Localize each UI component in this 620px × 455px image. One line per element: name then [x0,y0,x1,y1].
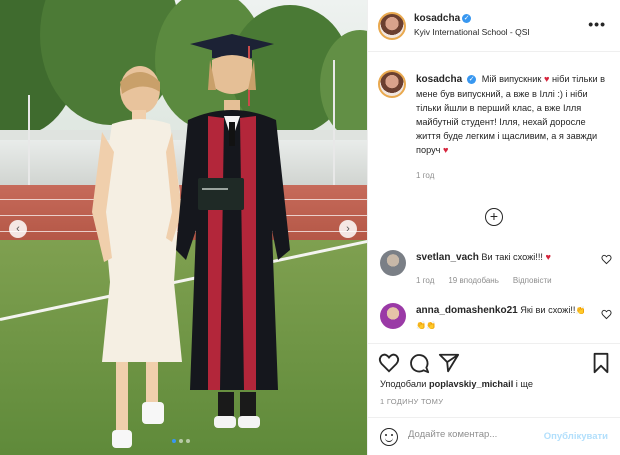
post-time[interactable]: 1 годину тому [380,397,443,406]
photo-pole [333,60,335,190]
likes-username[interactable]: poplavskiy_michail [429,379,513,389]
post-caption: kosadcha ✓ Мій випускник ♥ ніби тільки в … [416,72,608,183]
comment-likes[interactable]: 19 вподобань [448,276,499,285]
heart-icon[interactable] [601,254,612,265]
carousel-dot [186,439,190,443]
caption-time[interactable]: 1 год [416,169,608,183]
comment-input[interactable] [408,429,538,440]
carousel-dot [179,439,183,443]
chevron-left-icon[interactable]: ‹ [9,220,27,238]
post-sidebar: kosadcha ✓ Kyiv International School - QS… [367,0,620,455]
caption-text: Мій випускник [481,74,544,84]
heart-emoji: ♥ [443,145,449,155]
bookmark-icon[interactable] [590,352,612,374]
comment-avatar[interactable] [380,250,406,276]
reply-button[interactable]: Відповісти [513,276,552,285]
heart-emoji: ♥ [545,252,551,262]
verified-icon: ✓ [462,13,472,23]
comment-body: Ви такі схожі!!! [481,252,546,262]
comment-text: svetlan_vach Ви такі схожі!!! ♥ [416,250,586,265]
heart-icon[interactable] [601,309,612,320]
verified-icon: ✓ [467,75,477,85]
photo-person-graduate [176,34,290,428]
caption-avatar[interactable] [378,70,406,98]
comment-item: svetlan_vach Ви такі схожі!!! ♥ 1 год 19… [380,250,612,290]
likes-suffix: і ще [513,379,533,389]
comment-item: anna_domashenko21 Які ви схожі!!👏👏👏 [380,303,612,337]
heart-icon[interactable] [378,352,400,374]
carousel-dots [172,439,190,443]
comment-avatar[interactable] [380,303,406,329]
action-bar: Уподобали poplavskiy_michail і ще 1 годи… [368,343,620,455]
post-header: kosadcha ✓ Kyiv International School - QS… [368,0,620,52]
likes-summary: Уподобали poplavskiy_michail і ще [380,379,533,389]
comment-text: anna_domashenko21 Які ви схожі!!👏👏👏 [416,303,586,333]
chevron-right-icon[interactable]: › [339,220,357,238]
share-icon[interactable] [438,352,460,374]
caption-username[interactable]: kosadcha [416,74,462,85]
comment-time[interactable]: 1 год [416,276,434,285]
comment-form: Опублікувати [368,417,620,455]
photo-pole [28,95,30,190]
avatar[interactable] [378,12,406,40]
carousel-dot [172,439,176,443]
post-location[interactable]: Kyiv International School - QSI [414,27,530,37]
likes-prefix: Уподобали [380,379,429,389]
post-photo[interactable]: ‹ › [0,0,367,455]
comment-body: Які ви схожі!! [520,305,576,315]
emoji-icon[interactable] [380,428,398,446]
comment-username[interactable]: svetlan_vach [416,252,479,263]
more-icon[interactable]: ••• [588,16,606,32]
plus-circle-icon[interactable]: + [485,208,503,226]
header-username[interactable]: kosadcha [414,13,460,24]
post-button[interactable]: Опублікувати [544,431,608,442]
comment-meta: 1 год 19 вподобань Відповісти [416,276,552,285]
comment-username[interactable]: anna_domashenko21 [416,305,518,316]
caption-text: ніби тільки в мене був випускний, а вже … [416,74,606,155]
comment-icon[interactable] [408,352,430,374]
